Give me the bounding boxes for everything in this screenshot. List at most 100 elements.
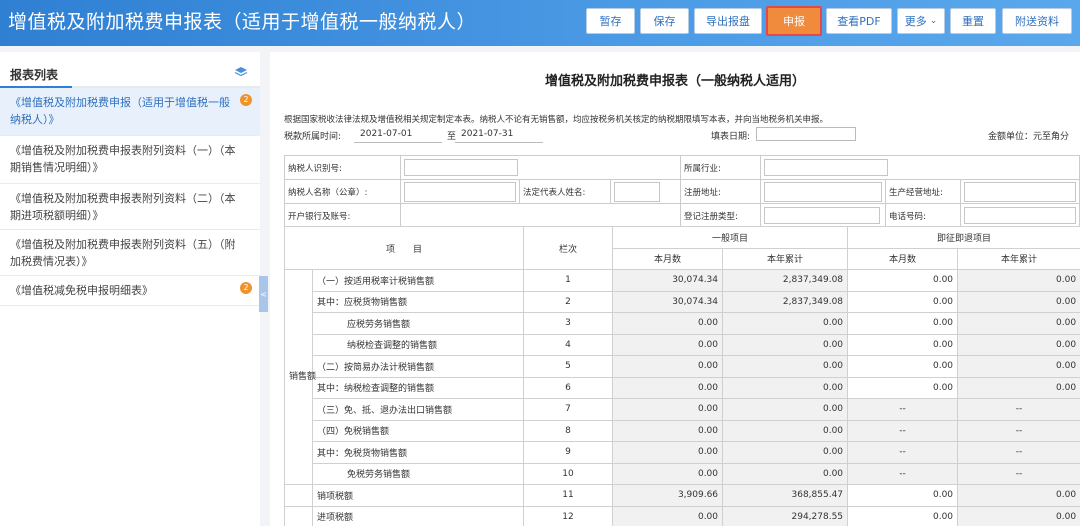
- cell-general-month: 0.00: [612, 376, 724, 399]
- sidebar-item-exemption[interactable]: 《增值税减免税申报明细表》 2: [0, 276, 260, 306]
- cell-refund-ytd: 0.00: [957, 484, 1080, 507]
- cell-refund-month[interactable]: 0.00: [847, 505, 959, 526]
- more-button[interactable]: 更多 ⌄: [897, 8, 945, 34]
- cell-general-ytd: 0.00: [722, 376, 849, 399]
- save-button[interactable]: 保存: [640, 8, 689, 34]
- form-notice: 根据国家税收法律法规及增值税相关规定制定本表。纳税人不论有无销售额，均应按税务机…: [284, 115, 829, 125]
- table-row: （二）按简易办法计税销售额 5 0.00 0.00 0.00 0.00: [285, 355, 1080, 378]
- taxpayer-id-label: 纳税人识别号:: [284, 155, 401, 180]
- period-to[interactable]: 2021-07-31: [461, 129, 513, 139]
- cell-general-month: 0.00: [612, 462, 724, 485]
- period-from[interactable]: 2021-07-01: [360, 129, 412, 139]
- bank-cell: [400, 203, 681, 228]
- fill-date-input[interactable]: [756, 127, 856, 141]
- declaration-form: 增值税及附加税费申报表（一般纳税人适用） 根据国家税收法律法规及增值税相关规定制…: [270, 52, 1080, 526]
- attach-button[interactable]: 附送资料: [1002, 8, 1072, 34]
- table-row: （四）免税销售额 8 0.00 0.00 -- --: [285, 419, 1080, 442]
- cell-refund-month[interactable]: 0.00: [847, 355, 959, 378]
- reset-button[interactable]: 重置: [950, 8, 996, 34]
- view-pdf-button[interactable]: 查看PDF: [826, 8, 892, 34]
- row-label: （三）免、抵、退办法出口销售额: [311, 398, 525, 421]
- col-header-general: 一般项目: [612, 226, 849, 249]
- count-badge: 2: [240, 94, 252, 106]
- cell-refund-month[interactable]: 0.00: [847, 312, 959, 335]
- table-row: 进项税额 12 0.00 294,278.55 0.00 0.00: [284, 505, 1080, 526]
- app-title: 增值税及附加税费申报表（适用于增值税一般纳税人）: [8, 11, 477, 33]
- reg-type-label: 登记注册类型:: [680, 203, 761, 228]
- row-label: 纳税检查调整的销售额: [311, 333, 525, 356]
- cell-refund-month: --: [847, 441, 959, 464]
- sidebar-item-schedule-5[interactable]: 《增值税及附加税费申报表附列资料（五）（附加税费情况表）》: [0, 230, 260, 276]
- reg-type-input[interactable]: [764, 207, 880, 224]
- cell-refund-month[interactable]: 0.00: [847, 333, 959, 356]
- temp-save-button[interactable]: 暂存: [586, 8, 635, 34]
- row-line-number: 12: [523, 505, 614, 526]
- table-row: 销项税额 11 3,909.66 368,855.47 0.00 0.00: [284, 484, 1080, 507]
- industry-cell: [760, 155, 1080, 180]
- row-line-number: 11: [523, 484, 614, 507]
- more-label: 更多: [904, 15, 927, 28]
- cell-refund-month[interactable]: 0.00: [847, 269, 959, 292]
- row-label: （二）按简易办法计税销售额: [311, 355, 525, 378]
- cell-refund-month[interactable]: 0.00: [847, 290, 959, 313]
- reg-address-cell: [760, 179, 886, 204]
- row-line-number: 1: [523, 269, 614, 292]
- row-label: （四）免税销售额: [311, 419, 525, 442]
- declare-button[interactable]: 申报: [766, 6, 822, 36]
- reg-address-label: 注册地址:: [680, 179, 761, 204]
- taxpayer-info-table: 纳税人识别号: 所属行业: 纳税人名称（公章）: 法定代表人姓名: 注册地址: …: [284, 155, 1080, 228]
- col-header-item: 项 目: [283, 226, 525, 270]
- cell-refund-month[interactable]: 0.00: [847, 376, 959, 399]
- row-label: 免税劳务销售额: [311, 462, 525, 485]
- sidebar-item-label: 《增值税及附加税费申报表附列资料（五）（附加税费情况表）》: [10, 238, 236, 268]
- cell-general-ytd: 0.00: [722, 355, 849, 378]
- taxpayer-id-input[interactable]: [404, 159, 518, 176]
- table-row: 其中：应税货物销售额 2 30,074.34 2,837,349.08 0.00 0.00: [285, 290, 1080, 313]
- unit-label: 金额单位：元至角分: [988, 132, 1070, 142]
- cell-refund-month: --: [847, 462, 959, 485]
- taxpayer-id-cell: [400, 155, 681, 180]
- cell-general-month: 30,074.34: [612, 269, 724, 292]
- cell-general-ytd: 0.00: [722, 312, 849, 335]
- table-row: 销售额 （一）按适用税率计税销售额 1 30,074.34 2,837,349.08 0.…: [284, 269, 1080, 485]
- declaration-grid: 项 目 栏次 一般项目 即征即退项目 本月数 本年累计 本月数 本年累计 销售额…: [283, 226, 1080, 526]
- table-row: 其中：免税货物销售额 9 0.00 0.00 -- --: [285, 441, 1080, 464]
- biz-address-input[interactable]: [964, 181, 1076, 202]
- cell-general-ytd: 0.00: [722, 462, 849, 485]
- reg-address-input[interactable]: [764, 181, 882, 202]
- export-button[interactable]: 导出报盘: [694, 8, 762, 34]
- industry-input[interactable]: [764, 159, 888, 176]
- period-label: 税款所属时间:: [284, 132, 342, 142]
- taxpayer-name-input[interactable]: [404, 181, 516, 202]
- group-spacer: [284, 505, 313, 526]
- legal-rep-input[interactable]: [614, 181, 660, 202]
- sidebar-item-schedule-1[interactable]: 《增值税及附加税费申报表附列资料（一）（本期销售情况明细）》: [0, 136, 260, 184]
- table-row: 免税劳务销售额 10 0.00 0.00 -- --: [285, 462, 1080, 485]
- cell-refund-ytd: 0.00: [957, 505, 1080, 526]
- cell-refund-ytd: --: [957, 419, 1080, 442]
- cell-general-ytd: 2,837,349.08: [722, 290, 849, 313]
- industry-label: 所属行业:: [680, 155, 761, 180]
- form-title: 增值税及附加税费申报表（一般纳税人适用）: [544, 74, 805, 89]
- top-header: 增值税及附加税费申报表（适用于增值税一般纳税人） 暂存 保存 导出报盘 申报 查…: [0, 0, 1080, 46]
- reg-type-cell: [760, 203, 886, 228]
- cell-general-month: 0.00: [612, 312, 724, 335]
- sidebar-title: 报表列表: [10, 68, 59, 82]
- count-badge: 2: [240, 282, 252, 294]
- taxpayer-name-label: 纳税人名称（公章）:: [284, 179, 401, 204]
- row-line-number: 8: [523, 419, 614, 442]
- sidebar-item-main-return[interactable]: 《增值税及附加税费申报（适用于增值税一般纳税人）》 2: [0, 88, 260, 136]
- sidebar-collapse-handle[interactable]: <: [259, 276, 268, 312]
- cell-refund-ytd: 0.00: [957, 290, 1080, 313]
- row-label: 其中：纳税检查调整的销售额: [311, 376, 525, 399]
- legal-rep-cell: [610, 179, 681, 204]
- cell-general-ytd: 0.00: [722, 398, 849, 421]
- phone-input[interactable]: [964, 207, 1076, 224]
- biz-address-label: 生产经营地址:: [885, 179, 961, 204]
- row-line-number: 4: [523, 333, 614, 356]
- layers-icon[interactable]: [234, 66, 248, 78]
- sidebar-item-label: 《增值税及附加税费申报表附列资料（二）（本期进项税额明细）》: [10, 192, 236, 222]
- cell-refund-month[interactable]: 0.00: [847, 484, 959, 507]
- sidebar-item-schedule-2[interactable]: 《增值税及附加税费申报表附列资料（二）（本期进项税额明细）》: [0, 184, 260, 230]
- period-to-label: 至: [447, 132, 457, 142]
